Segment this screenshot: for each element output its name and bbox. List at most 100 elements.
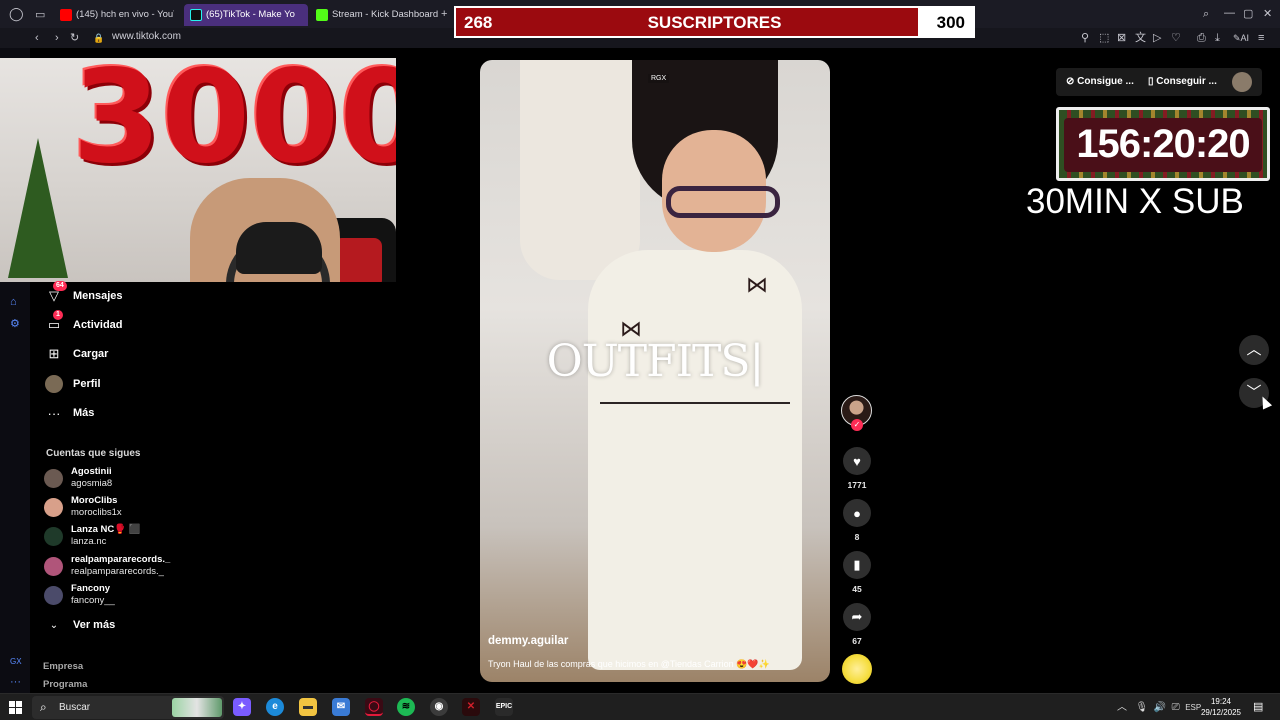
following-item[interactable]: Agostinii agosmia8	[44, 466, 194, 492]
capcut-icon[interactable]: ✕	[462, 698, 480, 716]
video-caption[interactable]: Tryon Haul de las compras que hicimos en…	[488, 659, 770, 670]
follow-plus-icon[interactable]: ✓	[851, 419, 863, 431]
obs-icon[interactable]: ◉	[430, 698, 448, 716]
nav-label: Cargar	[73, 348, 109, 360]
epic-games-icon[interactable]: EPIC	[495, 698, 513, 716]
video-author[interactable]: demmy.aguilar	[488, 635, 568, 647]
nav-label: Actividad	[73, 319, 123, 331]
notification-icon[interactable]: ▤	[1253, 700, 1263, 713]
nav-messages[interactable]: ▽ 64 Mensajes	[45, 281, 123, 307]
video-dress	[588, 250, 802, 670]
file-explorer-icon[interactable]: ▬	[299, 698, 317, 716]
following-name: Fancony	[71, 583, 111, 594]
chevron-down-icon: ⌄	[49, 619, 59, 631]
taskbar-search[interactable]: ⌕ Buscar	[32, 696, 224, 719]
windows-taskbar: ⌕ Buscar ✦ e ▬ ✉ ◯ ≋ ◉ ✕ EPIC ︿ 🎙 🔊 ⎚ ES…	[0, 693, 1280, 720]
see-more-label: Ver más	[73, 619, 116, 631]
sidebar-settings-icon[interactable]: ⚙	[10, 317, 20, 331]
edge-icon[interactable]: e	[266, 698, 284, 716]
extension-icon[interactable]: ▷	[1153, 31, 1161, 45]
following-handle: realpampararecords._	[71, 566, 164, 577]
copilot-icon[interactable]: ✦	[233, 698, 251, 716]
share-action[interactable]: ➦ 67	[842, 603, 872, 646]
upload-icon: ⊞	[48, 346, 60, 361]
search-tabs-icon[interactable]: ⌕	[1203, 7, 1209, 21]
favorite-icon[interactable]: ♡	[1171, 31, 1181, 45]
block-icon[interactable]: ⊠	[1117, 31, 1126, 45]
toolbar-pin-icon[interactable]: ⚲	[1081, 31, 1089, 45]
sidebar-more-icon[interactable]: ···	[10, 675, 21, 689]
subscriber-goal: 300	[936, 13, 965, 32]
close-icon[interactable]: ✕	[1263, 7, 1272, 21]
footer-link-programa[interactable]: Programa	[43, 679, 87, 690]
new-tab-icon[interactable]: +	[441, 7, 447, 21]
see-more-button[interactable]: ⌄ Ver más	[45, 614, 115, 636]
search-icon: ⌕	[40, 700, 47, 714]
sidebar-history-icon[interactable]: ⌂	[10, 295, 17, 309]
subathon-timer: 156:20:20	[1056, 107, 1270, 181]
activity-badge: 1	[53, 310, 63, 320]
download-icon[interactable]: ⤓	[1215, 31, 1220, 45]
tray-chevron-icon[interactable]: ︿	[1117, 702, 1127, 713]
save-action[interactable]: ▮ 45	[842, 551, 872, 594]
opera-gx-logo-icon[interactable]: ◯	[9, 7, 24, 21]
get-coins-label: Consigue ...	[1077, 76, 1134, 87]
opera-gx-icon[interactable]: ◯	[365, 698, 383, 716]
windows-start-icon[interactable]	[9, 701, 22, 714]
back-icon[interactable]: ‹	[35, 31, 39, 45]
tab-kick[interactable]: Stream - Kick Dashboard	[310, 4, 440, 26]
tab-youtube[interactable]: (145) hch en vivo - YouTub	[54, 4, 174, 26]
following-item[interactable]: realpampararecords._ realpampararecords.…	[44, 554, 194, 580]
video-player[interactable]: ⋈ ⋈ RGX OUTFITS| demmy.aguilar Tryon Hau…	[480, 60, 830, 682]
nav-label: Mensajes	[73, 290, 123, 302]
sidebar-gx-icon[interactable]: GX	[10, 655, 22, 669]
share-icon[interactable]: ➦	[843, 603, 871, 631]
get-app-button[interactable]: ▯ Conseguir ...	[1148, 76, 1217, 87]
following-item[interactable]: Fancony fancony__	[44, 583, 194, 609]
footer-link-empresa[interactable]: Empresa	[43, 661, 83, 672]
like-count: 1771	[847, 480, 867, 490]
following-name: Agostinii	[71, 466, 112, 477]
reload-icon[interactable]: ↻	[70, 31, 79, 45]
menu-icon[interactable]: ≡	[1258, 31, 1264, 45]
tab-tiktok[interactable]: (65)TikTok - Make Yo	[184, 4, 308, 26]
mail-icon[interactable]: ✉	[332, 698, 350, 716]
system-tray: ︿ 🎙 🔊 ⎚ ESP	[1117, 698, 1201, 713]
url-text[interactable]: www.tiktok.com	[112, 31, 181, 42]
forward-icon[interactable]: ›	[55, 31, 59, 45]
volume-icon[interactable]: 🔊	[1154, 702, 1166, 713]
taskbar-clock[interactable]: 19:24 29/12/2025	[1196, 696, 1246, 718]
restore-icon[interactable]: ▢	[1243, 7, 1253, 21]
balloon-number: 3000	[72, 58, 396, 192]
wallet-icon[interactable]: ⎙	[1197, 31, 1206, 45]
comment-icon[interactable]: ●	[843, 499, 871, 527]
bookmark-icon[interactable]: ▮	[843, 551, 871, 579]
tab-manager-icon[interactable]: ▭	[35, 8, 45, 22]
following-handle: agosmia8	[71, 478, 113, 489]
christmas-tree	[8, 138, 68, 278]
music-disc-icon[interactable]	[842, 654, 872, 684]
heart-icon[interactable]: ♥	[843, 447, 871, 475]
nav-activity[interactable]: ▭ 1 Actividad	[45, 310, 123, 336]
nav-profile[interactable]: Perfil	[45, 373, 101, 395]
user-avatar[interactable]	[1232, 72, 1252, 92]
following-item[interactable]: Lanza NC🥊 ⬛ lanza.nc	[44, 524, 194, 550]
nav-more[interactable]: ··· Más	[45, 402, 95, 424]
subscriber-current: 268	[464, 13, 493, 32]
translate-icon[interactable]: 文	[1135, 31, 1146, 45]
get-coins-button[interactable]: ⊘ Consigue ...	[1066, 76, 1134, 87]
microphone-icon[interactable]: 🎙	[1135, 702, 1148, 713]
minimize-icon[interactable]: —	[1224, 6, 1235, 20]
screenshot-icon[interactable]: ⬚	[1099, 31, 1109, 45]
previous-video-button[interactable]: ︿	[1239, 335, 1269, 365]
spotify-icon[interactable]: ≋	[397, 698, 415, 716]
nav-upload[interactable]: ⊞ Cargar	[45, 343, 109, 365]
tab-label: (145) hch en vivo - YouTub	[76, 9, 174, 20]
like-action[interactable]: ♥ 1771	[842, 447, 872, 490]
profile-icon	[45, 375, 63, 393]
following-item[interactable]: MoroClibs moroclibs1x	[44, 495, 194, 521]
network-icon[interactable]: ⎚	[1172, 702, 1180, 713]
ai-icon[interactable]: ✎AI	[1233, 31, 1249, 45]
comment-action[interactable]: ● 8	[842, 499, 872, 542]
timer-panel: 156:20:20	[1064, 118, 1262, 172]
